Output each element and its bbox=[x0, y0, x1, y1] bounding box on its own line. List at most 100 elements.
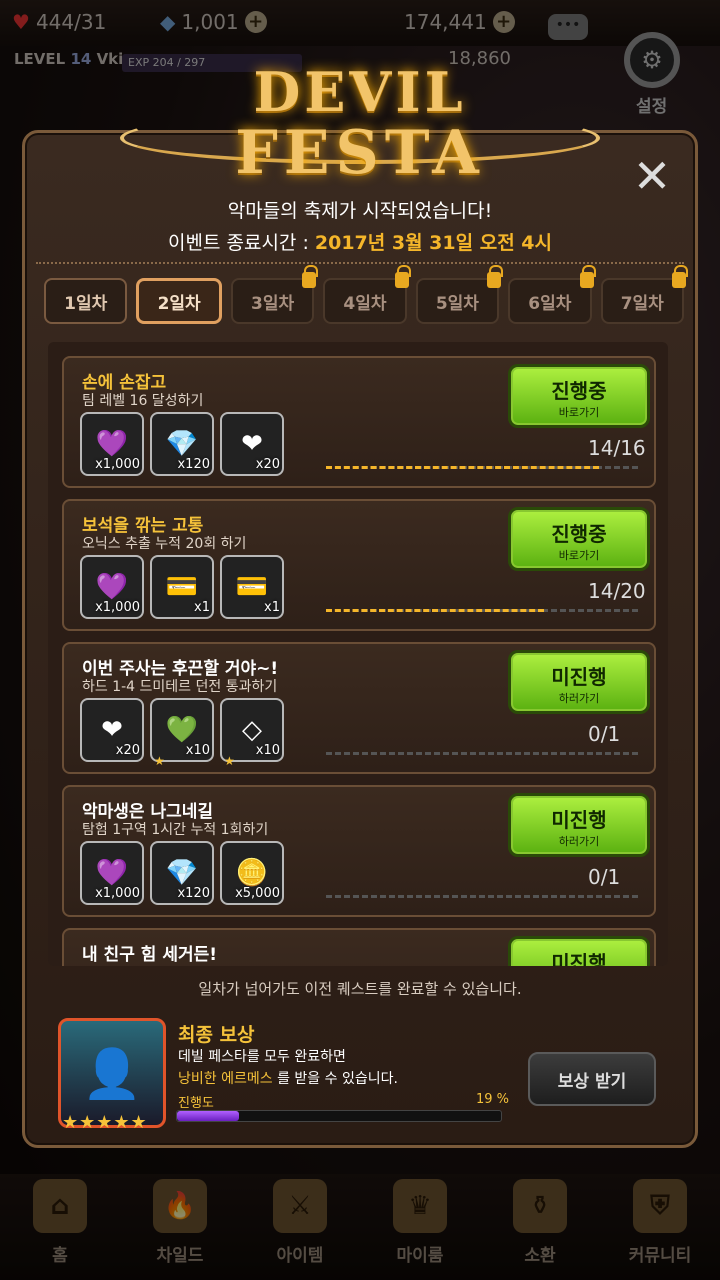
white-gem-icon: ◇ bbox=[242, 715, 262, 745]
quest-action-sub: 바로가기 bbox=[558, 549, 600, 562]
reward-item[interactable]: ◇ x10 ★ bbox=[220, 698, 284, 768]
quest-desc: 탐험 1구역 1시간 누적 1회하기 bbox=[82, 822, 269, 838]
reward-item[interactable]: 💜 x1,000 bbox=[80, 412, 144, 476]
reward-item[interactable]: 💜 x1,000 bbox=[80, 841, 144, 905]
quest-title: 내 친구 힘 세거든! bbox=[82, 945, 217, 965]
quest-action-sub: 하러가기 bbox=[558, 692, 600, 705]
devil-festa-logo: DEVIL FESTA bbox=[120, 40, 600, 190]
tab-day-3[interactable]: 3일차 bbox=[230, 265, 319, 324]
character-avatar: 👤 bbox=[82, 1045, 142, 1102]
event-subtitle: 악마들의 축제가 시작되었습니다! bbox=[227, 200, 493, 222]
final-progress-percent: 19 % bbox=[476, 1092, 510, 1107]
tab-day-2[interactable]: 2일차 bbox=[136, 278, 222, 324]
purple-gem-icon: 💜 bbox=[95, 429, 129, 459]
reward-count: x1,000 bbox=[95, 600, 140, 615]
green-gem-icon: 💚 bbox=[165, 715, 199, 745]
reward-item[interactable]: ❤ x20 bbox=[80, 698, 144, 762]
lock-icon bbox=[579, 265, 596, 288]
reward-count: x20 bbox=[115, 743, 140, 758]
tab-label: 4일차 bbox=[343, 293, 387, 314]
quest-action-button[interactable]: 진행중바로가기 bbox=[508, 507, 650, 571]
final-progress-fill bbox=[177, 1111, 239, 1121]
rainbow-gem-icon: 💎 bbox=[165, 858, 199, 888]
quest-progress-fill bbox=[326, 609, 545, 612]
final-reward-title: 최종 보상 bbox=[178, 1024, 255, 1046]
gold-coins-icon: 🪙 bbox=[235, 858, 269, 888]
purple-gem-icon: 💜 bbox=[95, 572, 129, 602]
quest-status: 진행중 bbox=[551, 522, 607, 546]
tab-day-7[interactable]: 7일차 bbox=[600, 265, 688, 324]
bank-card-icon: 💳 bbox=[165, 572, 199, 602]
star-icon: ★ bbox=[224, 754, 235, 768]
reward-items: ❤ x20 💚 x10 ★ ◇ x10 ★ bbox=[80, 698, 284, 768]
reward-name: 낭비한 에르메스 bbox=[178, 1071, 273, 1087]
reward-items: 💜 x1,000 💎 x120 ❤ x20 bbox=[80, 412, 284, 476]
final-progress-label: 진행도 bbox=[178, 1096, 214, 1111]
tab-day-1[interactable]: 1일차 bbox=[44, 278, 128, 324]
final-reward-desc: 데빌 페스타를 모두 완료하면 bbox=[178, 1049, 346, 1065]
quest-progress-text: 14/20 bbox=[588, 579, 646, 603]
quest-action-button[interactable]: 진행중바로가기 bbox=[508, 364, 650, 428]
quest-desc: 오닉스 추출 누적 20회 하기 bbox=[82, 536, 247, 552]
card-icon: 💳 bbox=[235, 572, 269, 602]
reward-count: x10 bbox=[185, 743, 210, 758]
tab-day-6[interactable]: 6일차 bbox=[508, 265, 596, 324]
reward-count: x1 bbox=[264, 600, 280, 615]
quest-status: 미진행 bbox=[551, 808, 607, 832]
reward-items: 💜 x1,000 💎 x120 🪙 x5,000 bbox=[80, 841, 284, 905]
quest-card: 보석을 깎는 고통 오닉스 추출 누적 20회 하기 💜 x1,000 💳 x1 💳 x1 진행… bbox=[62, 499, 656, 631]
quest-status: 진행중 bbox=[551, 379, 607, 403]
final-reward-desc2: 낭비한 에르메스 를 받을 수 있습니다. bbox=[178, 1068, 398, 1088]
quest-progress-fill bbox=[326, 466, 599, 469]
quest-action-sub: 바로가기 bbox=[558, 406, 600, 419]
rainbow-gem-icon: 💎 bbox=[165, 429, 199, 459]
quest-action-button[interactable]: 미진행하러가기 bbox=[508, 650, 650, 714]
quest-desc: 팀 레벨 16 달성하기 bbox=[82, 393, 204, 409]
quest-progress-track bbox=[326, 752, 638, 755]
lock-icon bbox=[487, 265, 504, 288]
reward-count: x20 bbox=[255, 457, 280, 472]
close-icon: ✕ bbox=[632, 149, 672, 203]
reward-item[interactable]: 💎 x120 bbox=[150, 412, 214, 476]
end-time-label: 이벤트 종료시간 : bbox=[168, 232, 315, 254]
lock-icon bbox=[302, 265, 319, 288]
tab-day-5[interactable]: 5일차 bbox=[415, 265, 504, 324]
quest-status: 미진행 bbox=[551, 665, 607, 689]
close-button[interactable]: ✕ bbox=[630, 153, 674, 200]
logo-line2: FESTA bbox=[235, 118, 485, 188]
quest-card: 이번 주사는 후끈할 거야~! 하드 1-4 드미테르 던전 통과하기 ❤ x20 💚 x… bbox=[62, 642, 656, 774]
reward-item[interactable]: 💳 x1 bbox=[220, 555, 284, 619]
reward-item[interactable]: 💜 x1,000 bbox=[80, 555, 144, 619]
tab-label: 6일차 bbox=[528, 293, 572, 314]
quest-card: 손에 손잡고 팀 레벨 16 달성하기 💜 x1,000 💎 x120 ❤ x20 진행중 바로가… bbox=[62, 356, 656, 488]
reward-item[interactable]: ❤ x20 bbox=[220, 412, 284, 476]
end-time-value: 2017년 3월 31일 오전 4시 bbox=[314, 232, 552, 254]
reward-count: x10 bbox=[255, 743, 280, 758]
final-progress-bar bbox=[176, 1110, 502, 1122]
reward-item[interactable]: 💚 x10 ★ bbox=[150, 698, 214, 768]
logo-line1: DEVIL bbox=[253, 60, 467, 124]
quest-progress-text: 0/1 bbox=[588, 865, 621, 889]
reward-item[interactable]: 🪙 x5,000 bbox=[220, 841, 284, 905]
quest-card: 내 친구 힘 세거든! 미진행하러가기 bbox=[62, 928, 656, 966]
quest-action-button[interactable]: 미진행하러가기 bbox=[508, 936, 650, 966]
quest-progress-text: 0/1 bbox=[588, 722, 621, 746]
tab-day-4[interactable]: 4일차 bbox=[323, 265, 411, 324]
event-end-time: 이벤트 종료시간 : 2017년 3월 31일 오전 4시 bbox=[22, 228, 698, 255]
reward-item[interactable]: 💎 x120 bbox=[150, 841, 214, 905]
quest-progress-track bbox=[326, 895, 638, 898]
reward-desc-rest: 를 받을 수 있습니다. bbox=[272, 1071, 398, 1087]
quest-list[interactable]: 손에 손잡고 팀 레벨 16 달성하기 💜 x1,000 💎 x120 ❤ x20 진행중 바로가… bbox=[48, 342, 668, 966]
reward-count: x1,000 bbox=[95, 457, 140, 472]
tab-label: 5일차 bbox=[435, 293, 479, 314]
day-tabs: 1일차 2일차 3일차 4일차 5일차 6일차 7일차 bbox=[44, 265, 688, 326]
reward-item[interactable]: 💳 x1 bbox=[150, 555, 214, 619]
reward-count: x1,000 bbox=[95, 886, 140, 901]
rating-stars: ★★★★★ bbox=[62, 1112, 148, 1133]
quest-action-button[interactable]: 미진행하러가기 bbox=[508, 793, 650, 857]
reward-count: x1 bbox=[194, 600, 210, 615]
quest-card: 악마생은 나그네길 탐험 1구역 1시간 누적 1회하기 💜 x1,000 💎 x120 🪙… bbox=[62, 785, 656, 917]
claim-reward-button[interactable]: 보상 받기 bbox=[528, 1052, 656, 1106]
lock-icon bbox=[671, 265, 688, 288]
heart-icon: ❤ bbox=[241, 429, 263, 459]
